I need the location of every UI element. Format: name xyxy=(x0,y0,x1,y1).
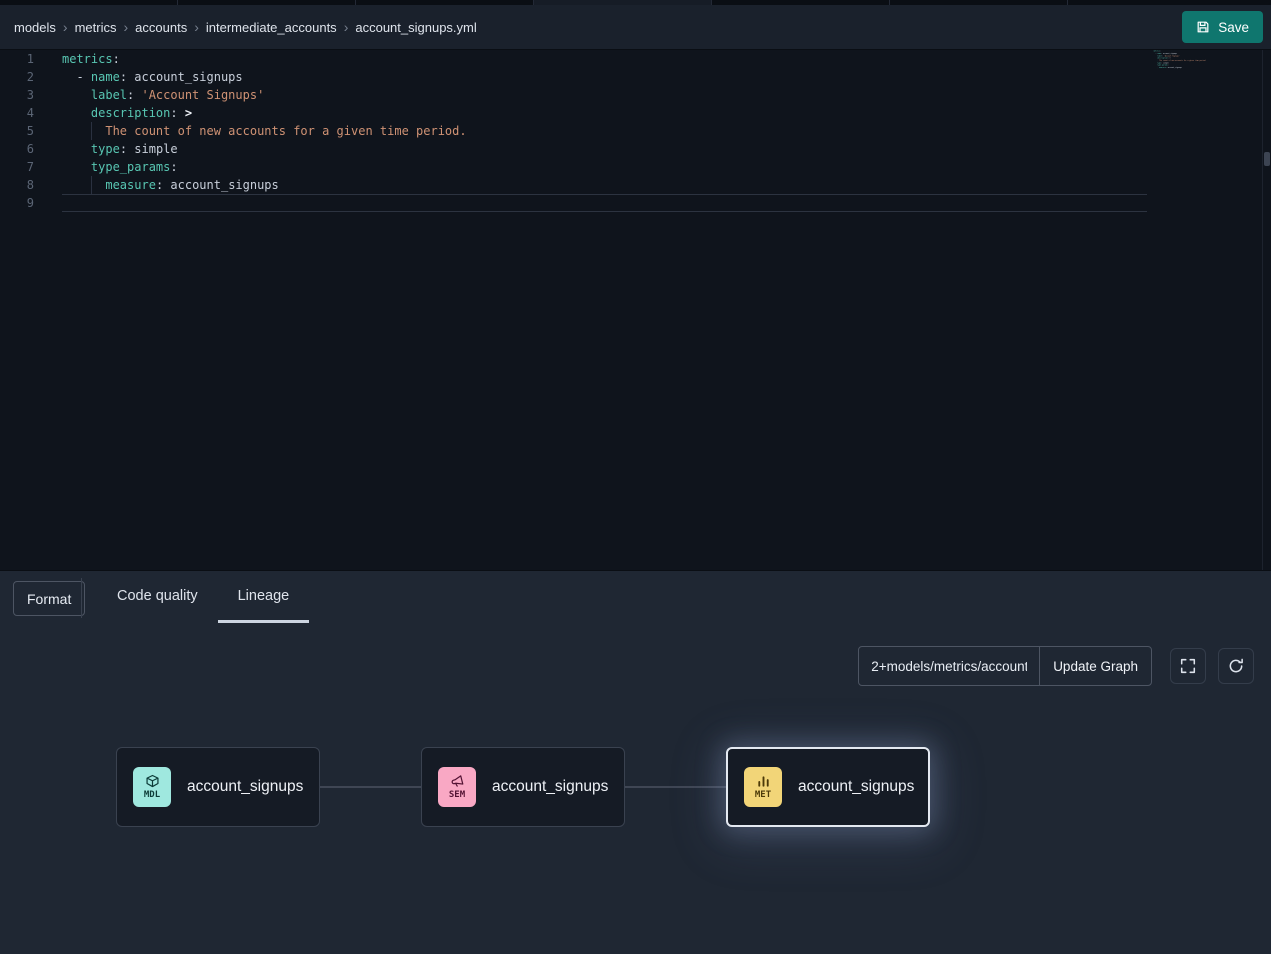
code-line[interactable]: 9 xyxy=(0,194,1262,212)
node-label: account_signups xyxy=(187,778,303,796)
indent-guide xyxy=(91,176,92,194)
bar-chart-icon xyxy=(756,774,771,789)
lineage-edge xyxy=(625,786,726,788)
code-line[interactable]: 6 type: simple xyxy=(0,140,1262,158)
code-line[interactable]: 8 measure: account_signups xyxy=(0,176,1262,194)
indent-guide xyxy=(91,122,92,140)
cube-icon xyxy=(145,774,160,789)
line-number: 8 xyxy=(0,176,34,194)
lineage-node[interactable]: MET account_signups xyxy=(726,747,930,827)
line-number: 4 xyxy=(0,104,34,122)
lineage-edge xyxy=(320,786,421,788)
node-type-badge: MDL xyxy=(133,767,171,807)
node-label: account_signups xyxy=(798,778,914,796)
lineage-node[interactable]: MDL account_signups xyxy=(116,747,320,827)
lineage-graph[interactable]: MDL account_signups SEM account_signups … xyxy=(0,571,1271,954)
minimap[interactable]: metrics: - name: account_signups label: … xyxy=(1150,50,1260,120)
node-label: account_signups xyxy=(492,778,608,796)
breadcrumb-item[interactable]: intermediate_accounts xyxy=(206,20,337,35)
node-type-label: SEM xyxy=(449,791,465,800)
node-type-label: MDL xyxy=(144,791,160,800)
line-number: 7 xyxy=(0,158,34,176)
app-root: models › metrics › accounts › intermediate_acc… xyxy=(0,0,1271,954)
breadcrumb-item[interactable]: account_signups.yml xyxy=(355,20,476,35)
breadcrumb: models › metrics › accounts › intermediate_acc… xyxy=(14,19,477,35)
breadcrumb-item[interactable]: metrics xyxy=(75,20,117,35)
code-line[interactable]: 4 description: > xyxy=(0,104,1262,122)
line-number: 9 xyxy=(0,194,34,212)
code-line[interactable]: 5 The count of new accounts for a given … xyxy=(0,122,1262,140)
code-line[interactable]: 7 type_params: xyxy=(0,158,1262,176)
line-number: 5 xyxy=(0,122,34,140)
chevron-right-icon: › xyxy=(344,19,349,35)
code-lines: 1metrics:2 - name: account_signups3 labe… xyxy=(0,50,1262,212)
scrollbar-handle[interactable] xyxy=(1264,152,1270,166)
breadcrumb-item[interactable]: models xyxy=(14,20,56,35)
editor-scrollbar[interactable] xyxy=(1262,50,1271,570)
bottom-panel: Format Code qualityLineage Update Graph xyxy=(0,570,1271,954)
breadcrumb-bar: models › metrics › accounts › intermediate_acc… xyxy=(0,5,1271,50)
lineage-node[interactable]: SEM account_signups xyxy=(421,747,625,827)
code-line[interactable]: 1metrics: xyxy=(0,50,1262,68)
save-icon xyxy=(1196,20,1210,34)
node-type-badge: SEM xyxy=(438,767,476,807)
line-number: 3 xyxy=(0,86,34,104)
save-label: Save xyxy=(1218,20,1249,35)
code-line[interactable]: 2 - name: account_signups xyxy=(0,68,1262,86)
breadcrumb-item[interactable]: accounts xyxy=(135,20,187,35)
line-number: 6 xyxy=(0,140,34,158)
chevron-right-icon: › xyxy=(123,19,128,35)
node-type-badge: MET xyxy=(744,767,782,807)
code-line[interactable]: 3 label: 'Account Signups' xyxy=(0,86,1262,104)
megaphone-icon xyxy=(450,774,465,789)
node-type-label: MET xyxy=(755,791,771,800)
line-number: 2 xyxy=(0,68,34,86)
line-number: 1 xyxy=(0,50,34,68)
chevron-right-icon: › xyxy=(63,19,68,35)
save-button[interactable]: Save xyxy=(1182,11,1263,43)
chevron-right-icon: › xyxy=(194,19,199,35)
minimap-content: metrics: - name: account_signups label: … xyxy=(1150,50,1164,71)
code-editor[interactable]: 1metrics:2 - name: account_signups3 labe… xyxy=(0,50,1262,570)
minimap-line xyxy=(1150,69,1164,71)
